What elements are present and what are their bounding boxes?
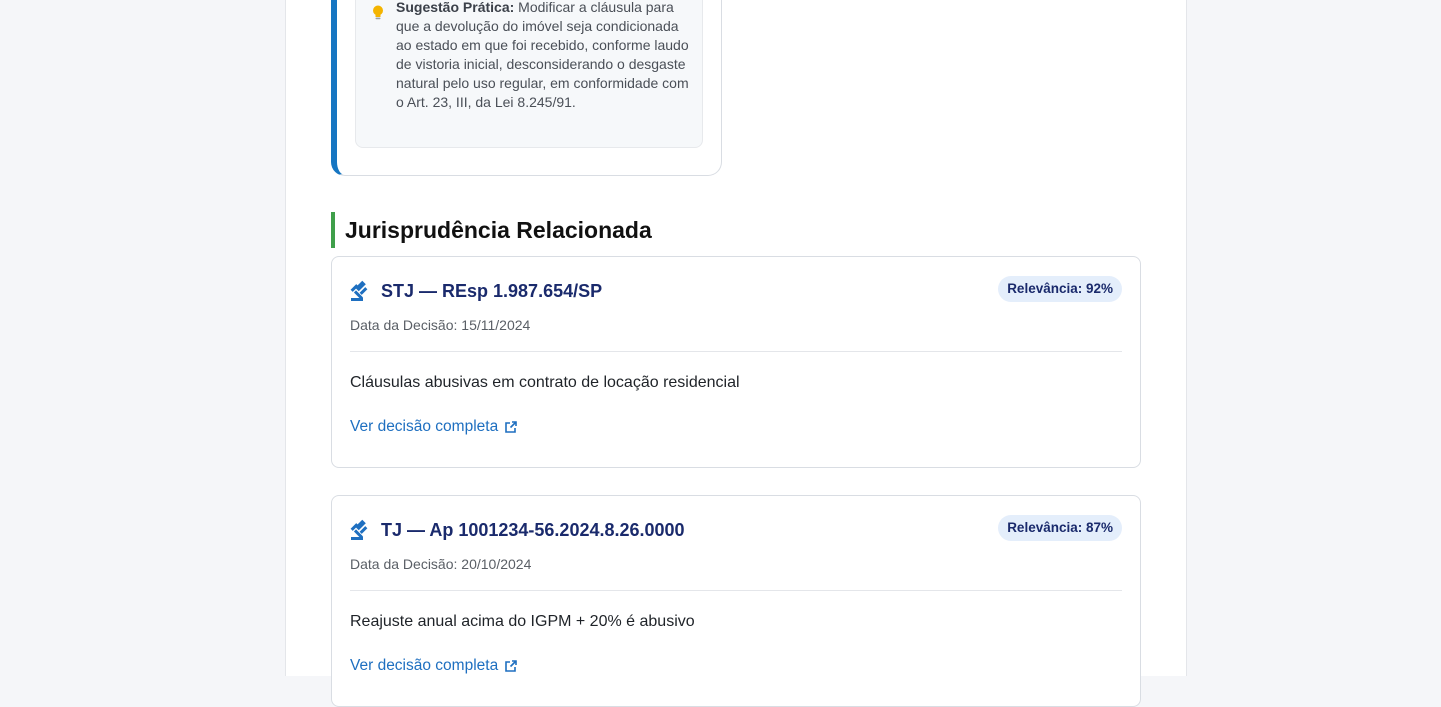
relevance-badge: Relevância: 92% xyxy=(998,276,1122,302)
case-title: TJ — Ap 1001234-56.2024.8.26.0000 xyxy=(381,520,685,540)
decision-date: Data da Decisão: 20/10/2024 xyxy=(350,556,532,572)
suggestion-label: Sugestão Prática: xyxy=(396,0,515,15)
practical-suggestion-box: Sugestão Prática: Modificar a cláusula p… xyxy=(355,0,703,148)
suggestion-body: Modificar a cláusula para que a devoluçã… xyxy=(396,0,689,110)
gavel-icon xyxy=(349,519,371,541)
link-label: Ver decisão completa xyxy=(350,657,499,674)
gavel-icon xyxy=(349,280,371,302)
main-content: Sugestão Prática: Modificar a cláusula p… xyxy=(285,0,1187,707)
lightbulb-icon xyxy=(370,4,386,22)
relevance-badge: Relevância: 87% xyxy=(998,515,1122,541)
case-card: STJ — REsp 1.987.654/SP Relevância: 92% … xyxy=(331,256,1141,468)
case-summary: Cláusulas abusivas em contrato de locaçã… xyxy=(350,374,740,391)
divider xyxy=(350,351,1122,352)
view-full-decision-link[interactable]: Ver decisão completa xyxy=(350,417,518,437)
decision-date: Data da Decisão: 15/11/2024 xyxy=(350,317,531,333)
view-full-decision-link[interactable]: Ver decisão completa xyxy=(350,656,518,676)
divider xyxy=(350,590,1122,591)
external-link-icon xyxy=(504,659,518,673)
suggestion-text: Sugestão Prática: Modificar a cláusula p… xyxy=(396,0,692,112)
case-title: STJ — REsp 1.987.654/SP xyxy=(381,281,603,301)
external-link-icon xyxy=(504,420,518,434)
section-title: Jurisprudência Relacionada xyxy=(331,212,652,248)
case-summary: Reajuste anual acima do IGPM + 20% é abu… xyxy=(350,613,695,630)
clause-analysis-card: Sugestão Prática: Modificar a cláusula p… xyxy=(331,0,722,176)
case-card: TJ — Ap 1001234-56.2024.8.26.0000 Relevâ… xyxy=(331,495,1141,707)
link-label: Ver decisão completa xyxy=(350,418,499,435)
